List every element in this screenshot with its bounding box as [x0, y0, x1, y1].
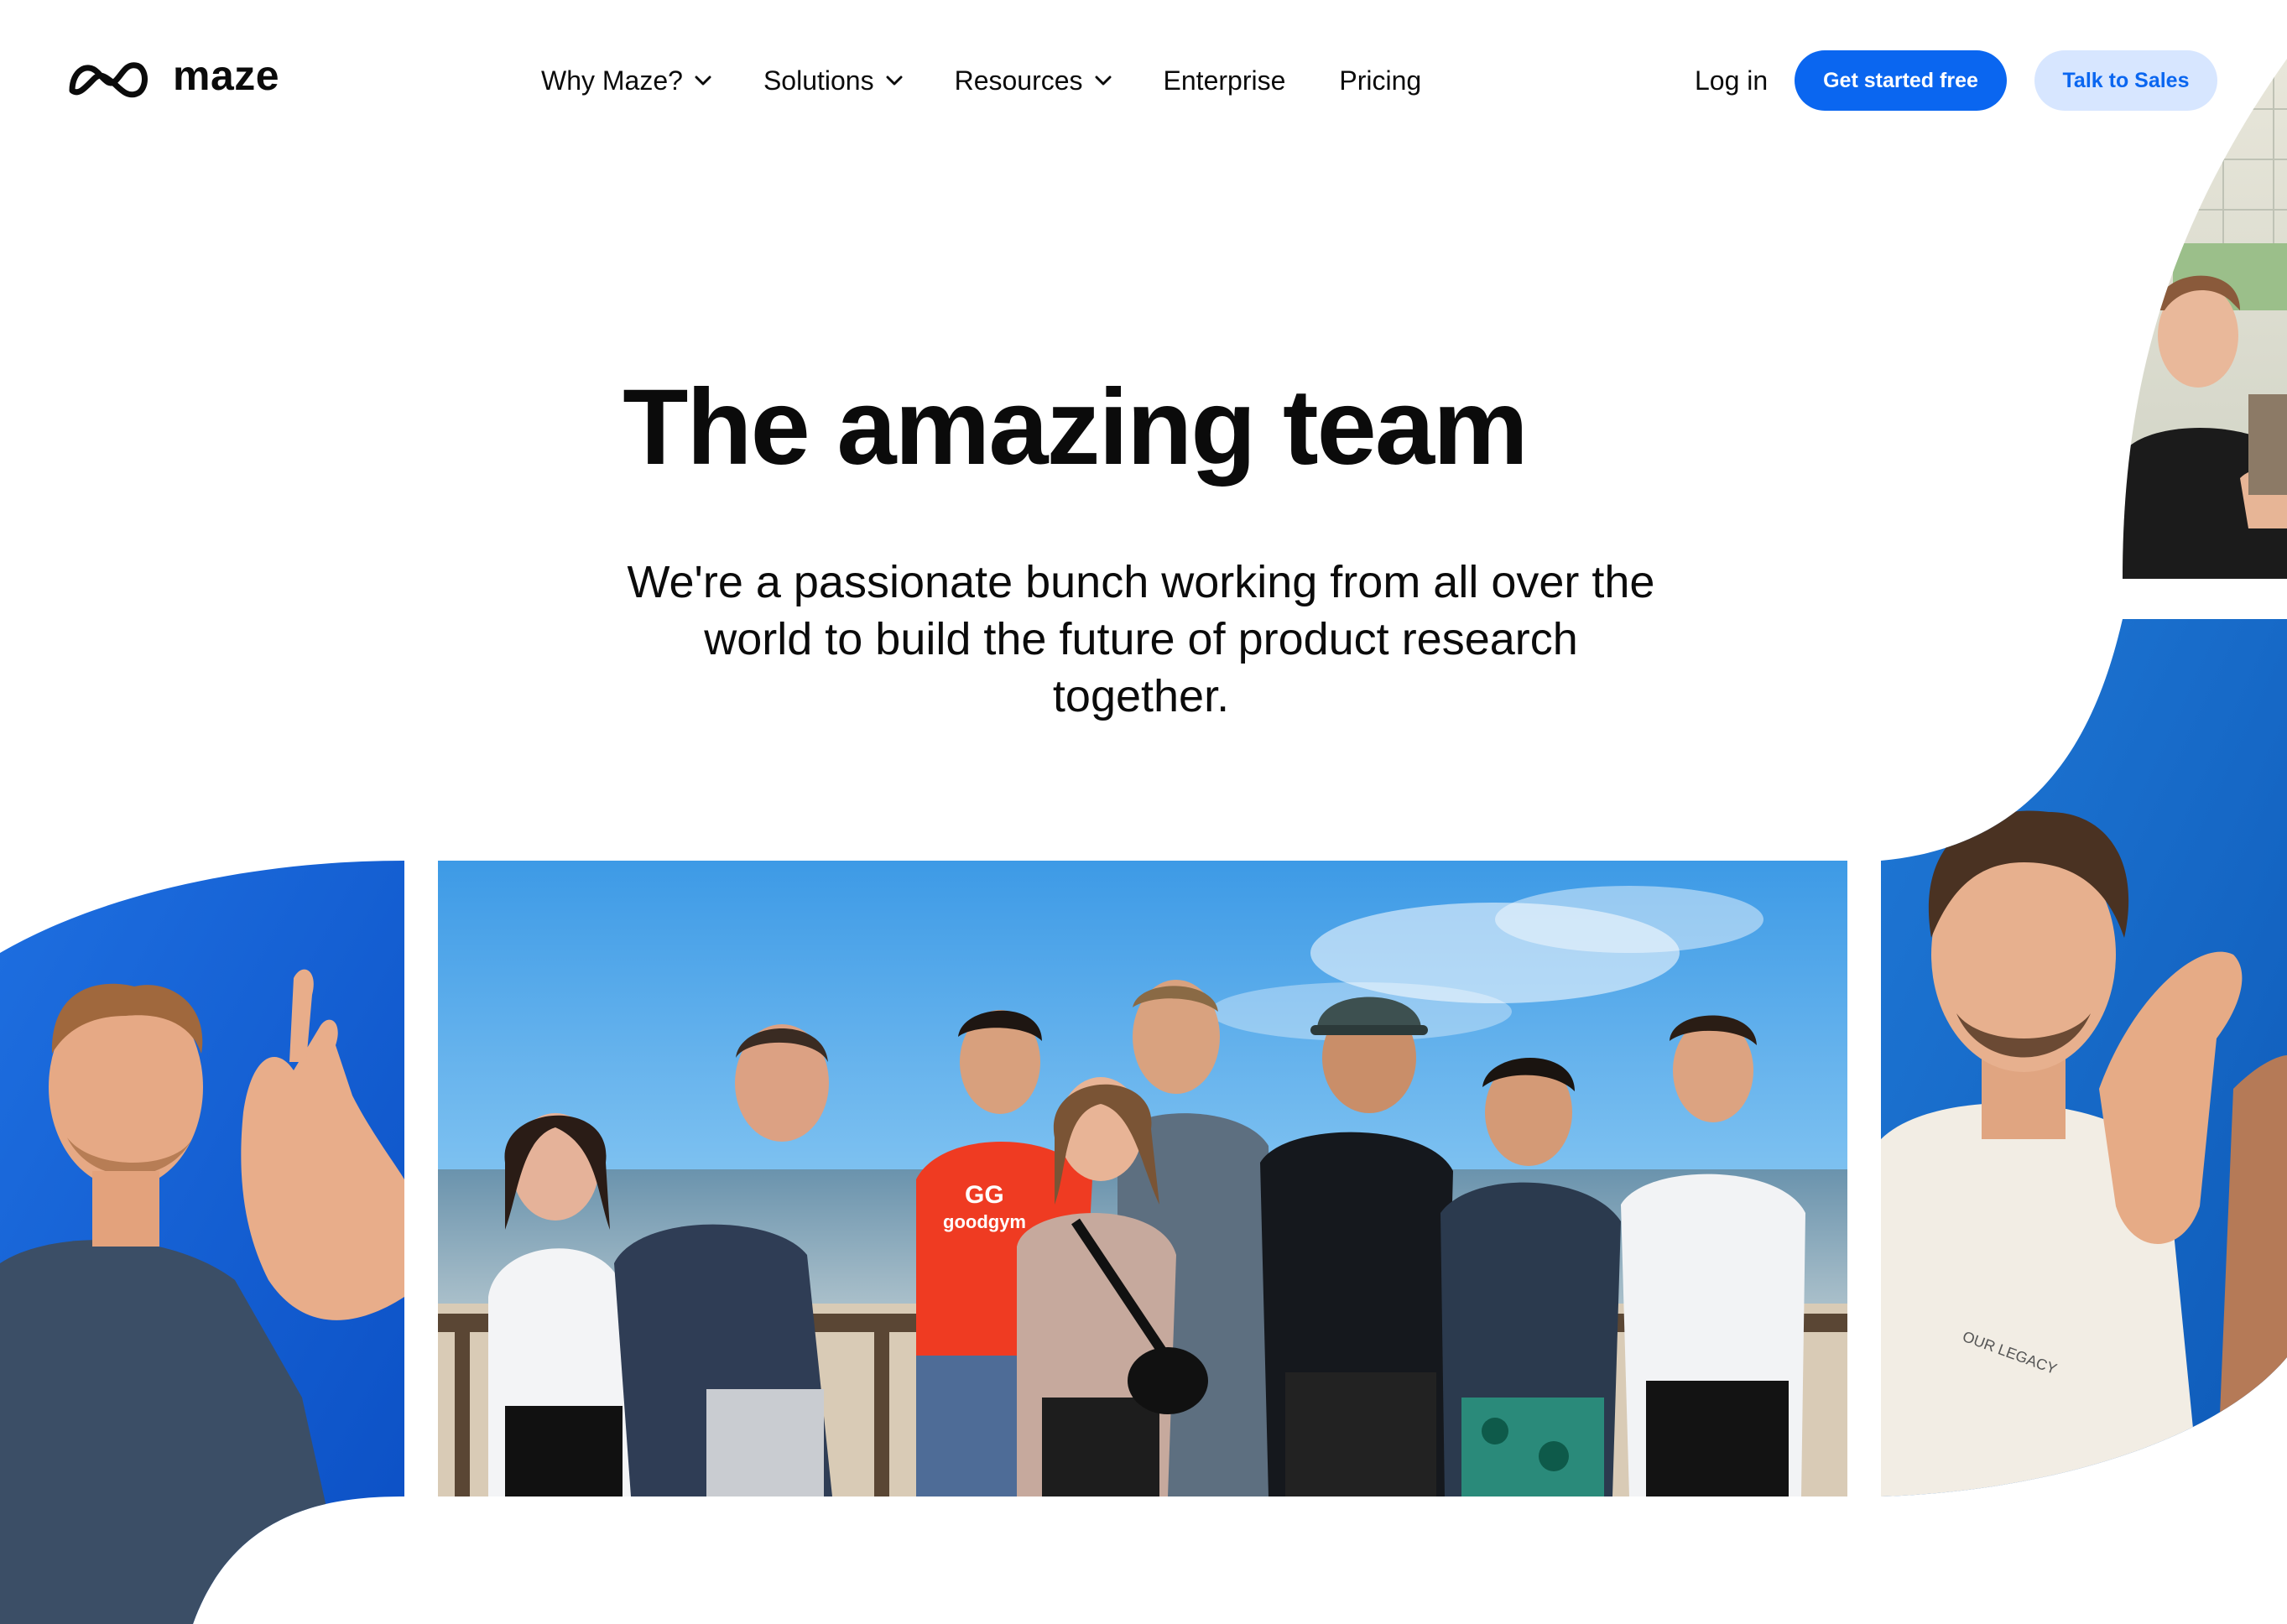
team-photo-top-right — [2123, 59, 2287, 579]
page-title-text: The amazing team — [623, 367, 1529, 487]
team-photo-left — [0, 861, 404, 1624]
shirt-logo: GG — [965, 1181, 1004, 1209]
login-link[interactable]: Log in — [1695, 60, 1768, 101]
nav-item-label: Resources — [954, 65, 1083, 96]
maze-logo-icon — [67, 57, 151, 101]
main-nav: Why Maze? Solutions Resources Enterprise… — [541, 59, 1421, 102]
page-title: The amazing team — [0, 369, 2287, 487]
chevron-down-icon — [695, 75, 711, 86]
chevron-down-icon — [886, 75, 903, 86]
nav-item-enterprise[interactable]: Enterprise — [1164, 65, 1286, 96]
hero-subtitle: We're a passionate bunch working from al… — [627, 557, 1655, 721]
get-started-button[interactable]: Get started free — [1795, 50, 2007, 111]
nav-item-label: Pricing — [1339, 65, 1422, 96]
brand-name: maze — [173, 52, 280, 99]
chevron-down-icon — [1095, 75, 1112, 86]
brand-logo[interactable]: maze — [67, 54, 279, 104]
nav-item-label: Why Maze? — [541, 65, 683, 96]
team-group-photo: GG goodgym — [438, 861, 1847, 1496]
nav-item-resources[interactable]: Resources — [955, 65, 1112, 96]
nav-item-solutions[interactable]: Solutions — [763, 65, 903, 96]
team-photo-right: OUR LEGACY — [1881, 619, 2287, 1496]
nav-item-why-maze[interactable]: Why Maze? — [541, 65, 711, 96]
shirt-text: goodgym — [943, 1211, 1026, 1232]
nav-item-label: Enterprise — [1163, 65, 1286, 96]
nav-item-pricing[interactable]: Pricing — [1339, 65, 1421, 96]
nav-item-label: Solutions — [763, 65, 874, 96]
